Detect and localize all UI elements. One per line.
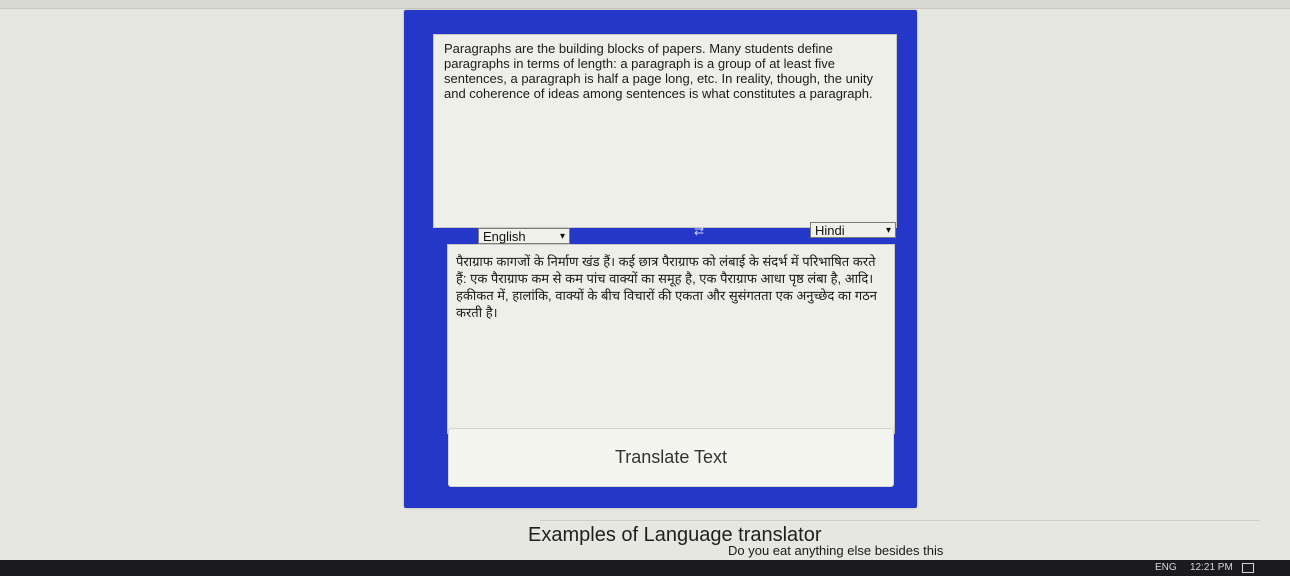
- swap-languages-icon[interactable]: ⇄: [690, 225, 708, 237]
- section-divider: [540, 520, 1260, 521]
- source-textarea[interactable]: Paragraphs are the building blocks of pa…: [433, 34, 897, 228]
- browser-top-edge: [0, 0, 1290, 9]
- chevron-down-icon: ▾: [559, 231, 565, 242]
- translate-button[interactable]: Translate Text: [448, 428, 894, 487]
- translate-button-label: Translate Text: [614, 447, 728, 467]
- chevron-down-icon: ▾: [885, 225, 891, 236]
- keyboard-language[interactable]: ENG: [1155, 562, 1177, 573]
- from-language-select[interactable]: English ▾: [478, 228, 570, 244]
- clock[interactable]: 12:21 PM: [1190, 562, 1233, 573]
- to-language-select[interactable]: Hindi ▾: [810, 222, 896, 238]
- taskbar: [0, 560, 1290, 576]
- notification-icon[interactable]: [1242, 563, 1254, 573]
- example-item[interactable]: Do you eat anything else besides this: [728, 543, 943, 558]
- from-language-value: English: [483, 229, 526, 244]
- to-language-value: Hindi: [815, 223, 845, 238]
- target-textarea[interactable]: पैराग्राफ कागजों के निर्माण खंड हैं। कई …: [447, 244, 895, 434]
- language-bar: English ▾ ⇄ Hindi ▾: [438, 222, 896, 244]
